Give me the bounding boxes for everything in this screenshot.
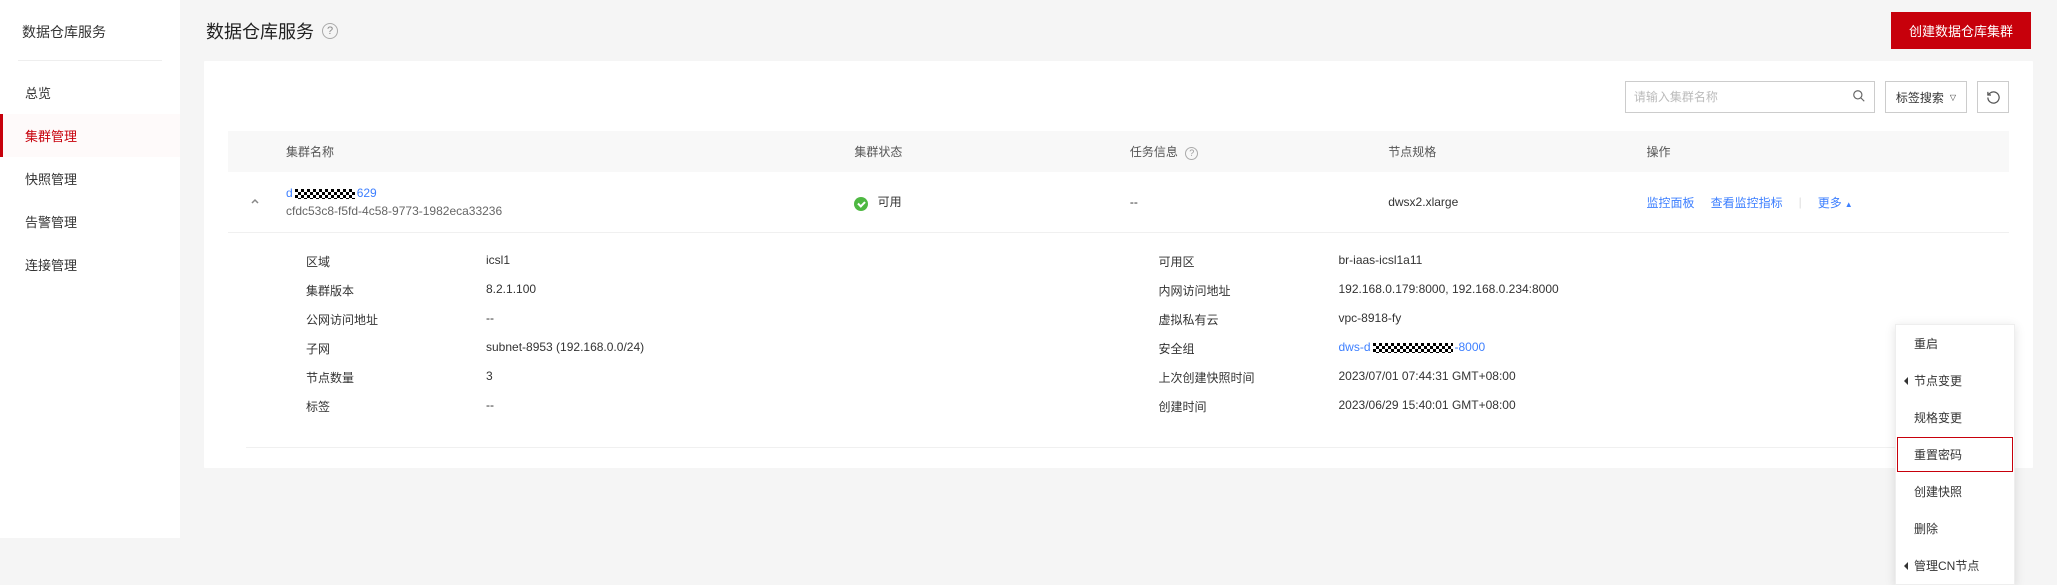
chevron-down-icon: ▽ [1950, 93, 1956, 102]
detail-tags-value: -- [486, 398, 494, 415]
menu-node-change[interactable]: 节点变更 [1896, 362, 2014, 399]
table-row: d629 cfdc53c8-f5fd-4c58-9773-1982eca3323… [228, 172, 2009, 233]
detail-subnet-label: 子网 [306, 340, 486, 357]
menu-spec-change[interactable]: 规格变更 [1896, 399, 2014, 436]
main-area: 数据仓库服务 ? 创建数据仓库集群 标签搜索 ▽ [180, 0, 2057, 538]
col-header-ops: 操作 [1647, 143, 1991, 160]
detail-intranet-label: 内网访问地址 [1159, 282, 1339, 299]
refresh-button[interactable] [1977, 81, 2009, 113]
detail-intranet-value: 192.168.0.179:8000, 192.168.0.234:8000 [1339, 282, 1559, 299]
detail-sg-label: 安全组 [1159, 340, 1339, 357]
detail-tags-label: 标签 [306, 398, 486, 415]
status-ok-icon [854, 197, 868, 211]
col-header-spec: 节点规格 [1388, 143, 1646, 160]
create-cluster-button[interactable]: 创建数据仓库集群 [1891, 12, 2031, 49]
menu-reset-password[interactable]: 重置密码 [1896, 436, 2014, 473]
sidebar-divider [18, 60, 162, 61]
search-icon[interactable] [1852, 89, 1866, 106]
detail-last-snapshot-value: 2023/07/01 07:44:31 GMT+08:00 [1339, 369, 1516, 386]
sidebar-item-alarm-mgmt[interactable]: 告警管理 [0, 200, 180, 243]
action-metrics[interactable]: 查看监控指标 [1711, 194, 1783, 211]
menu-delete[interactable]: 删除 [1896, 510, 2014, 547]
detail-subnet-link[interactable]: subnet-8953 (192.168.0.0/24) [486, 340, 644, 357]
detail-nodes-label: 节点数量 [306, 369, 486, 386]
sidebar-item-cluster-mgmt[interactable]: 集群管理 [0, 114, 180, 157]
expand-toggle[interactable] [246, 193, 264, 211]
redaction-icon [295, 189, 355, 199]
col-header-status: 集群状态 [854, 143, 1130, 160]
tag-search-label: 标签搜索 [1896, 89, 1944, 106]
action-more[interactable]: 更多▲ [1818, 194, 1853, 211]
tag-search-button[interactable]: 标签搜索 ▽ [1885, 81, 1967, 113]
menu-manage-cn[interactable]: 管理CN节点 [1896, 547, 2014, 584]
detail-version-value: 8.2.1.100 [486, 282, 536, 299]
menu-restart[interactable]: 重启 [1896, 325, 2014, 362]
caret-up-icon: ▲ [1845, 200, 1853, 209]
cluster-name-link[interactable]: d629 [286, 186, 377, 200]
detail-sg-link[interactable]: dws-d-8000 [1339, 340, 1486, 357]
detail-public-value: -- [486, 311, 494, 328]
search-input[interactable] [1634, 90, 1852, 104]
detail-last-snapshot-label: 上次创建快照时间 [1159, 369, 1339, 386]
page-title: 数据仓库服务 [206, 18, 314, 44]
redaction-icon [1373, 343, 1453, 353]
col-header-task: 任务信息 ? [1130, 143, 1388, 160]
more-dropdown-menu: 重启 节点变更 规格变更 重置密码 创建快照 删除 管理CN节点 [1895, 324, 2015, 585]
action-separator: | [1799, 195, 1802, 209]
detail-panel: 区域 icsl1 集群版本 8.2.1.100 公网访问地址 -- 子网 sub… [246, 233, 1991, 448]
detail-vpc-label: 虚拟私有云 [1159, 311, 1339, 328]
task-help-icon[interactable]: ? [1185, 147, 1198, 160]
detail-version-label: 集群版本 [306, 282, 486, 299]
page-header: 数据仓库服务 ? 创建数据仓库集群 [180, 0, 2057, 61]
detail-az-value: br-iaas-icsl1a11 [1339, 253, 1423, 270]
detail-created-value: 2023/06/29 15:40:01 GMT+08:00 [1339, 398, 1516, 415]
action-monitor[interactable]: 监控面板 [1647, 194, 1695, 211]
detail-region-value: icsl1 [486, 253, 510, 270]
cluster-spec: dwsx2.xlarge [1388, 195, 1646, 209]
cluster-task: -- [1130, 195, 1388, 209]
sidebar-item-overview[interactable]: 总览 [0, 71, 180, 114]
search-box[interactable] [1625, 81, 1875, 113]
help-icon[interactable]: ? [322, 23, 338, 39]
detail-created-label: 创建时间 [1159, 398, 1339, 415]
cluster-status: 可用 [854, 193, 1130, 211]
table-header: 集群名称 集群状态 任务信息 ? 节点规格 操作 [228, 131, 2009, 172]
detail-nodes-value: 3 [486, 369, 493, 386]
cluster-id: cfdc53c8-f5fd-4c58-9773-1982eca33236 [286, 204, 854, 218]
sidebar: 数据仓库服务 总览 集群管理 快照管理 告警管理 连接管理 [0, 0, 180, 538]
menu-create-snapshot[interactable]: 创建快照 [1896, 473, 2014, 510]
detail-vpc-link[interactable]: vpc-8918-fy [1339, 311, 1402, 328]
toolbar: 标签搜索 ▽ [228, 81, 2009, 113]
detail-public-label: 公网访问地址 [306, 311, 486, 328]
sidebar-title: 数据仓库服务 [0, 8, 180, 60]
detail-region-label: 区域 [306, 253, 486, 270]
detail-az-label: 可用区 [1159, 253, 1339, 270]
sidebar-item-connection-mgmt[interactable]: 连接管理 [0, 243, 180, 286]
sidebar-item-snapshot-mgmt[interactable]: 快照管理 [0, 157, 180, 200]
content-card: 标签搜索 ▽ 集群名称 集群状态 任务信息 ? 节点规格 操作 [204, 61, 2033, 468]
col-header-name: 集群名称 [286, 143, 854, 160]
